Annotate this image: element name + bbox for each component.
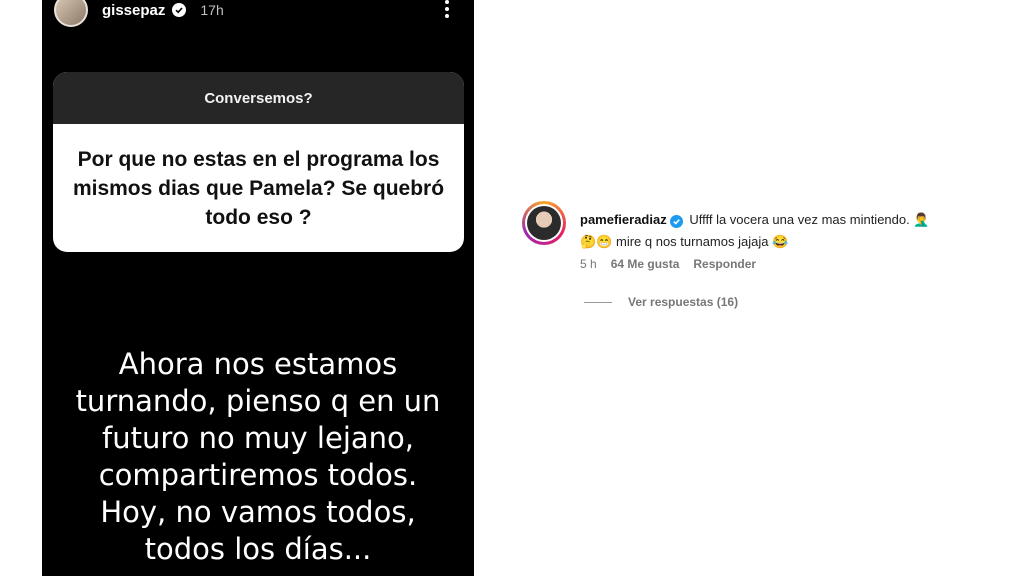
story-panel: gissepaz 17h Conversemos? Por que no est… — [42, 0, 474, 576]
answer-text: Ahora nos estamos turnando, pienso q en … — [75, 347, 441, 566]
replies-divider — [584, 301, 612, 303]
view-replies-label: Ver respuestas (16) — [628, 295, 739, 309]
comment-meta: 5 h 64 Me gusta Responder — [580, 257, 756, 271]
comment-avatar-photo — [527, 206, 561, 240]
story-username[interactable]: gissepaz — [102, 2, 165, 19]
reply-button[interactable]: Responder — [693, 257, 756, 271]
comment-username[interactable]: pamefieradiaz — [580, 212, 667, 227]
question-sticker: Conversemos? Por que no estas en el prog… — [53, 72, 464, 252]
story-avatar[interactable] — [54, 0, 88, 27]
comment-text-line2: 🤔😁 mire q nos turnamos jajaja 😂 — [580, 234, 789, 249]
comment-avatar[interactable] — [522, 201, 566, 245]
comment-text: pamefieradiaz Uffff la vocera una vez ma… — [580, 209, 1000, 253]
question-text: Por que no estas en el programa los mism… — [72, 147, 445, 229]
question-body: Por que no estas en el programa los mism… — [53, 124, 464, 252]
comment-text-line1: Uffff la vocera una vez mas mintiendo. 🤦… — [689, 212, 930, 227]
view-replies-button[interactable]: Ver respuestas (16) — [584, 295, 738, 309]
comment-likes[interactable]: 64 Me gusta — [611, 257, 680, 271]
verified-icon — [669, 215, 683, 228]
more-options-icon[interactable] — [437, 0, 457, 26]
comment-avatar-ring — [525, 204, 563, 242]
question-title: Conversemos? — [53, 72, 464, 124]
verified-icon — [172, 3, 187, 17]
comment-time: 5 h — [580, 257, 597, 271]
story-header: gissepaz 17h — [54, 0, 224, 30]
story-time: 17h — [200, 2, 224, 18]
